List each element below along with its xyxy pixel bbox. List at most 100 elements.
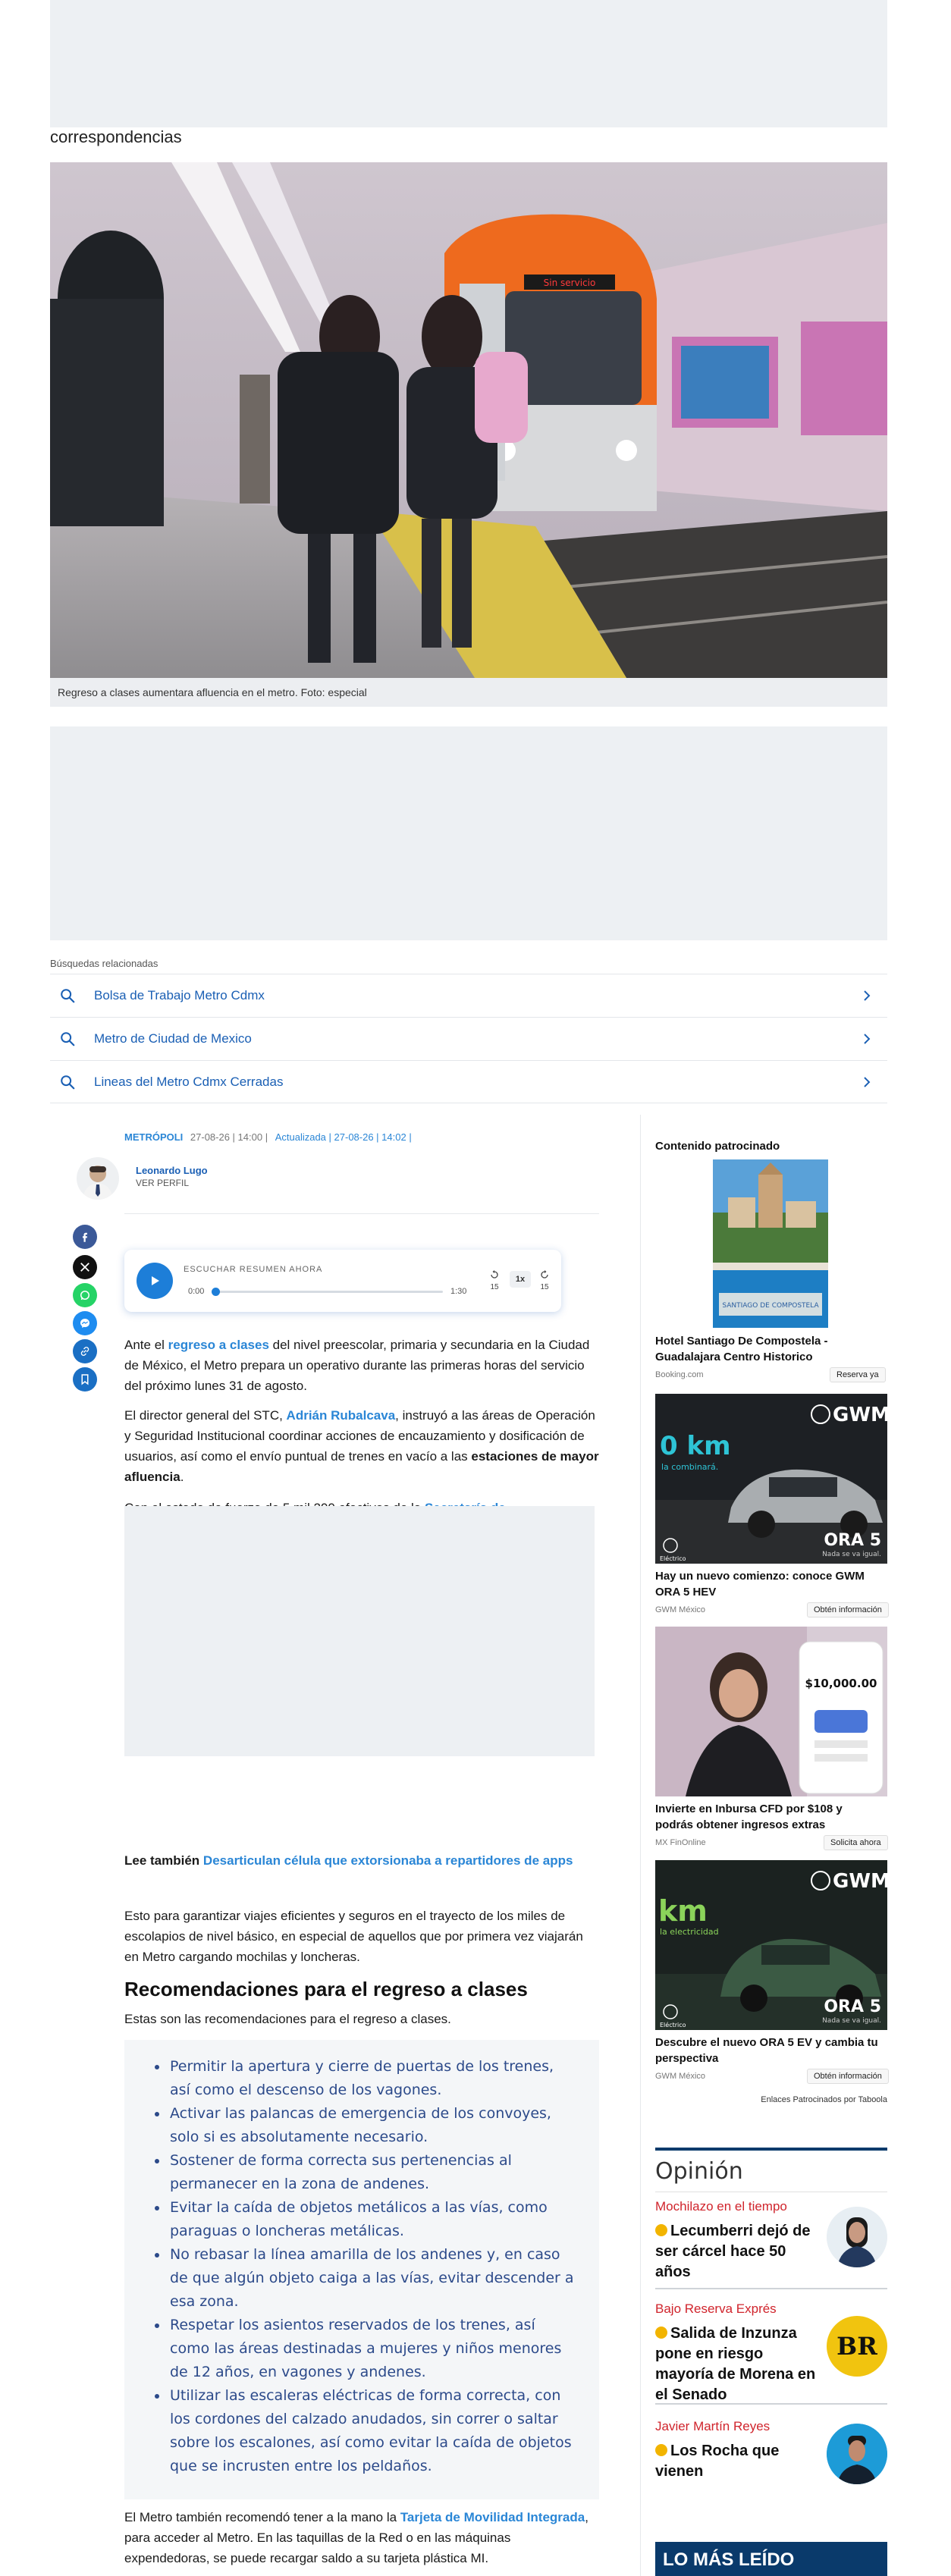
play-button[interactable] bbox=[137, 1263, 173, 1299]
taboola-footer[interactable]: Enlaces Patrocinados por Taboola bbox=[655, 2095, 887, 2104]
author-profile-link[interactable]: VER PERFIL bbox=[136, 1178, 189, 1188]
opinion-article-title[interactable]: Salida de Inzunza pone en riesgo mayoría… bbox=[655, 2323, 822, 2405]
adrian-rubalcava-link[interactable]: Adrián Rubalcava bbox=[287, 1408, 396, 1423]
tarjeta-movilidad-link[interactable]: Tarjeta de Movilidad Integrada bbox=[400, 2510, 585, 2524]
audio-player: ESCUCHAR RESUMEN AHORA 0:00 1:30 15 1x 1… bbox=[124, 1250, 561, 1312]
hero-image[interactable]: Sin servicio bbox=[50, 162, 887, 678]
column-divider bbox=[640, 1115, 641, 2576]
speed-button[interactable]: 1x bbox=[510, 1271, 531, 1288]
related-search-label: Bolsa de Trabajo Metro Cdmx bbox=[94, 988, 265, 1002]
ad-tag: Eléctrico bbox=[660, 2021, 686, 2028]
play-icon bbox=[152, 1276, 159, 1285]
opinion-author[interactable]: Mochilazo en el tiempo bbox=[655, 2199, 787, 2214]
sponsored-item-cta[interactable]: Solicita ahora bbox=[824, 1835, 888, 1850]
related-search-item[interactable]: Lineas del Metro Cdmx Cerradas bbox=[50, 1060, 887, 1103]
ad-model-text: ORA 5 bbox=[824, 1531, 881, 1550]
updated-date: | 27-08-26 | 14:02 | bbox=[328, 1131, 412, 1143]
top-ad-slot bbox=[50, 0, 887, 127]
mid-ad-slot bbox=[50, 726, 887, 940]
read-also-link[interactable]: Desarticulan célula que extorsionaba a r… bbox=[203, 1853, 573, 1868]
article-paragraph: El Metro también recomendó tener a la ma… bbox=[124, 2507, 599, 2568]
opinion-title: Opinión bbox=[655, 2158, 743, 2185]
speed-label: 1x bbox=[515, 1275, 526, 1284]
opinion-article-title[interactable]: Lecumberri dejó de ser cárcel hace 50 añ… bbox=[655, 2221, 822, 2283]
car-ad-photo: 0 km la combinará. GWM ORA 5 Nada se va … bbox=[655, 1394, 887, 1564]
sponsored-item-title[interactable]: Hotel Santiago De Compostela - Guadalaja… bbox=[655, 1333, 880, 1365]
author-avatar[interactable] bbox=[77, 1157, 119, 1200]
messenger-share-button[interactable] bbox=[73, 1311, 97, 1335]
bajo-reserva-logo[interactable]: BR bbox=[827, 2316, 887, 2377]
sponsored-item-source: MX FinOnline bbox=[655, 1838, 706, 1847]
recommendations-box: Permitir la apertura y cierre de puertas… bbox=[124, 2040, 599, 2499]
list-item: No rebasar la línea amarilla de los ande… bbox=[150, 2243, 578, 2314]
facebook-icon bbox=[83, 1232, 87, 1242]
related-search-item[interactable]: Metro de Ciudad de Mexico bbox=[50, 1017, 887, 1060]
spark-icon bbox=[655, 2327, 667, 2339]
sponsored-item-title[interactable]: Invierte en Inbursa CFD por $108 y podrá… bbox=[655, 1801, 880, 1833]
rewind-button[interactable]: 15 bbox=[485, 1269, 504, 1291]
search-icon bbox=[61, 989, 75, 1003]
sponsored-item-source: GWM México bbox=[655, 2072, 705, 2081]
opinion-divider bbox=[655, 2403, 887, 2405]
article-paragraph: El director general del STC, Adrián Ruba… bbox=[124, 1405, 599, 1487]
opinion-article-text: Lecumberri dejó de ser cárcel hace 50 añ… bbox=[655, 2223, 811, 2280]
opinion-author[interactable]: Bajo Reserva Exprés bbox=[655, 2301, 777, 2317]
author-divider bbox=[124, 1213, 599, 1214]
whatsapp-icon bbox=[80, 1291, 89, 1301]
opinion-top-rule bbox=[655, 2148, 887, 2151]
x-icon bbox=[80, 1263, 89, 1272]
section-link[interactable]: METRÓPOLI bbox=[124, 1131, 183, 1143]
columnist-photo bbox=[827, 2207, 887, 2267]
opinion-article-text: Salida de Inzunza pone en riesgo mayoría… bbox=[655, 2325, 816, 2403]
related-search-label: Lineas del Metro Cdmx Cerradas bbox=[94, 1074, 284, 1089]
sponsored-item-source: Booking.com bbox=[655, 1370, 704, 1379]
forward-button[interactable]: 15 bbox=[535, 1269, 554, 1291]
regreso-a-clases-link[interactable]: regreso a clases bbox=[168, 1338, 269, 1352]
article-paragraph: Ante el regreso a clases del nivel prees… bbox=[124, 1335, 599, 1396]
most-read-header: LO MÁS LEÍDO bbox=[655, 2542, 887, 2576]
article-meta: METRÓPOLI 27-08-26 | 14:00 | Actualizada… bbox=[124, 1131, 412, 1143]
save-bookmark-button[interactable] bbox=[73, 1367, 97, 1392]
audio-label: ESCUCHAR RESUMEN AHORA bbox=[184, 1265, 323, 1274]
spark-icon bbox=[655, 2444, 667, 2456]
audio-duration: 1:30 bbox=[450, 1287, 467, 1296]
sponsored-item-cta[interactable]: Obtén información bbox=[807, 2069, 889, 2084]
chevron-right-icon bbox=[864, 1034, 871, 1044]
audio-scrubber[interactable] bbox=[212, 1288, 220, 1296]
sponsored-image-hotel[interactable]: SANTIAGO DE COMPOSTELA bbox=[713, 1159, 828, 1328]
audio-progress-track[interactable] bbox=[212, 1288, 443, 1296]
sponsored-image-gwm-2[interactable]: km la electricidad GWM ORA 5 Nada se va … bbox=[655, 1860, 887, 2030]
avatar[interactable] bbox=[827, 2424, 887, 2484]
related-searches-title: Búsquedas relacionadas bbox=[50, 958, 158, 969]
chevron-right-icon bbox=[864, 990, 871, 1001]
hero-caption: Regreso a clases aumentara afluencia en … bbox=[58, 686, 367, 698]
hotel-photo-text: SANTIAGO DE COMPOSTELA bbox=[722, 1302, 819, 1310]
copy-link-button[interactable] bbox=[73, 1339, 97, 1363]
hotel-photo: SANTIAGO DE COMPOSTELA bbox=[713, 1159, 828, 1328]
text-run: El Metro también recomendó tener a la ma… bbox=[124, 2510, 400, 2524]
sponsored-item-cta[interactable]: Reserva ya bbox=[830, 1367, 886, 1382]
opinion-article-title[interactable]: Los Rocha que vienen bbox=[655, 2441, 807, 2482]
sponsored-title: Contenido patrocinado bbox=[655, 1140, 780, 1153]
person-photo bbox=[83, 1166, 113, 1200]
sponsored-image-inbursa[interactable]: $10,000.00 bbox=[655, 1627, 887, 1796]
sponsored-item-title[interactable]: Descubre el nuevo ORA 5 EV y cambia tu p… bbox=[655, 2035, 880, 2066]
ad-sub-text: la electricidad bbox=[660, 1927, 719, 1937]
read-also-label: Lee también bbox=[124, 1853, 203, 1868]
forward-icon bbox=[541, 1270, 548, 1279]
rewind-icon bbox=[491, 1270, 498, 1279]
related-search-item[interactable]: Bolsa de Trabajo Metro Cdmx bbox=[50, 974, 887, 1017]
avatar[interactable] bbox=[827, 2207, 887, 2267]
author-name[interactable]: Leonardo Lugo bbox=[136, 1165, 208, 1176]
recommendations-list: Permitir la apertura y cierre de puertas… bbox=[124, 2040, 599, 2478]
sponsored-image-gwm-1[interactable]: 0 km la combinará. GWM ORA 5 Nada se va … bbox=[655, 1394, 887, 1564]
read-also: Lee también Desarticulan célula que exto… bbox=[124, 1850, 599, 1871]
hero-caption-bar: Regreso a clases aumentara afluencia en … bbox=[50, 678, 887, 707]
whatsapp-share-button[interactable] bbox=[73, 1283, 97, 1307]
opinion-author[interactable]: Javier Martín Reyes bbox=[655, 2419, 770, 2434]
x-share-button[interactable] bbox=[73, 1255, 97, 1279]
facebook-share-button[interactable] bbox=[73, 1225, 97, 1249]
sponsored-item-cta[interactable]: Obtén información bbox=[807, 1602, 889, 1617]
ad-model-sub: Nada se va igual. bbox=[822, 2017, 881, 2025]
sponsored-item-title[interactable]: Hay un nuevo comienzo: conoce GWM ORA 5 … bbox=[655, 1568, 880, 1600]
